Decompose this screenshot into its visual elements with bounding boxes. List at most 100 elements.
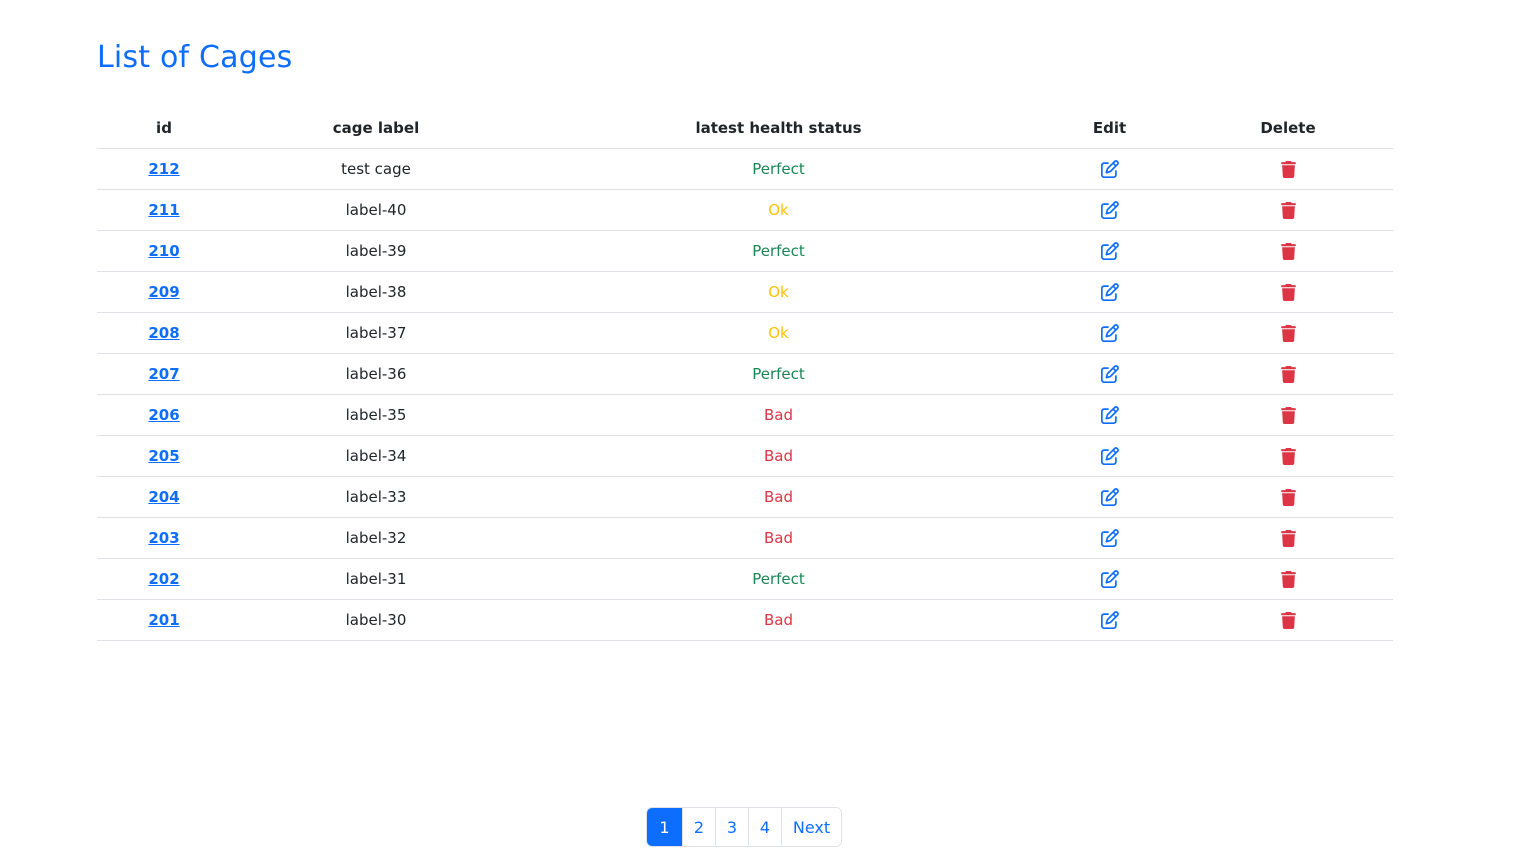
trash-icon[interactable]: [1278, 200, 1298, 220]
trash-icon[interactable]: [1278, 159, 1298, 179]
trash-icon[interactable]: [1278, 528, 1298, 548]
edit-icon[interactable]: [1100, 610, 1120, 630]
cell-edit: [1036, 189, 1183, 231]
cell-health-status: Perfect: [521, 353, 1036, 395]
cell-health-status: Perfect: [521, 148, 1036, 190]
table-row: 203 label-32 Bad: [97, 517, 1393, 559]
cell-cage-label: label-31: [231, 558, 521, 600]
cell-health-status: Bad: [521, 599, 1036, 641]
edit-icon[interactable]: [1100, 200, 1120, 220]
cell-cage-label: label-34: [231, 435, 521, 477]
trash-icon[interactable]: [1278, 610, 1298, 630]
cell-cage-label: label-30: [231, 599, 521, 641]
cell-id: 203: [97, 517, 231, 559]
edit-icon[interactable]: [1100, 159, 1120, 179]
edit-icon[interactable]: [1100, 323, 1120, 343]
cages-table: id cage label latest health status Edit …: [97, 107, 1393, 641]
cell-delete: [1183, 189, 1393, 231]
cell-cage-label: label-39: [231, 230, 521, 272]
cage-id-link[interactable]: 210: [148, 242, 179, 260]
edit-icon[interactable]: [1100, 241, 1120, 261]
cell-delete: [1183, 148, 1393, 190]
edit-icon[interactable]: [1100, 446, 1120, 466]
cell-health-status: Bad: [521, 435, 1036, 477]
header-delete: Delete: [1183, 107, 1393, 149]
cell-health-status: Ok: [521, 312, 1036, 354]
cell-cage-label: label-36: [231, 353, 521, 395]
trash-icon[interactable]: [1278, 241, 1298, 261]
trash-icon[interactable]: [1278, 446, 1298, 466]
page-link-3[interactable]: 3: [715, 808, 748, 846]
trash-icon[interactable]: [1278, 405, 1298, 425]
cell-cage-label: test cage: [231, 148, 521, 190]
cell-health-status: Perfect: [521, 558, 1036, 600]
cell-health-status: Bad: [521, 476, 1036, 518]
cell-delete: [1183, 599, 1393, 641]
cell-edit: [1036, 230, 1183, 272]
cage-id-link[interactable]: 207: [148, 365, 179, 383]
cell-edit: [1036, 476, 1183, 518]
cage-id-link[interactable]: 203: [148, 529, 179, 547]
cell-delete: [1183, 312, 1393, 354]
table-row: 202 label-31 Perfect: [97, 558, 1393, 600]
cage-id-link[interactable]: 212: [148, 160, 179, 178]
cell-delete: [1183, 517, 1393, 559]
next-page-button[interactable]: Next: [781, 808, 841, 846]
cell-id: 211: [97, 189, 231, 231]
cell-id: 202: [97, 558, 231, 600]
trash-icon[interactable]: [1278, 323, 1298, 343]
pagination: 1 2 3 4 Next: [646, 807, 842, 847]
edit-icon[interactable]: [1100, 405, 1120, 425]
cell-id: 212: [97, 148, 231, 190]
trash-icon[interactable]: [1278, 569, 1298, 589]
cell-delete: [1183, 558, 1393, 600]
cage-id-link[interactable]: 201: [148, 611, 179, 629]
cage-id-link[interactable]: 206: [148, 406, 179, 424]
cage-id-link[interactable]: 202: [148, 570, 179, 588]
cell-id: 205: [97, 435, 231, 477]
trash-icon[interactable]: [1278, 282, 1298, 302]
cell-health-status: Bad: [521, 517, 1036, 559]
cell-health-status: Bad: [521, 394, 1036, 436]
cell-cage-label: label-37: [231, 312, 521, 354]
cell-edit: [1036, 271, 1183, 313]
cell-edit: [1036, 394, 1183, 436]
table-row: 201 label-30 Bad: [97, 599, 1393, 641]
table-row: 211 label-40 Ok: [97, 189, 1393, 231]
cell-cage-label: label-33: [231, 476, 521, 518]
table-header-row: id cage label latest health status Edit …: [97, 107, 1393, 149]
cage-id-link[interactable]: 205: [148, 447, 179, 465]
page-title: List of Cages: [97, 40, 293, 75]
page-link-1[interactable]: 1: [647, 808, 682, 846]
cell-edit: [1036, 517, 1183, 559]
cage-id-link[interactable]: 204: [148, 488, 179, 506]
table-row: 204 label-33 Bad: [97, 476, 1393, 518]
cell-edit: [1036, 312, 1183, 354]
page: List of Cages id cage label latest healt…: [0, 0, 1528, 858]
table-row: 205 label-34 Bad: [97, 435, 1393, 477]
header-edit: Edit: [1036, 107, 1183, 149]
cell-edit: [1036, 558, 1183, 600]
cell-delete: [1183, 394, 1393, 436]
page-link-2[interactable]: 2: [682, 808, 715, 846]
cage-id-link[interactable]: 211: [148, 201, 179, 219]
cell-edit: [1036, 435, 1183, 477]
edit-icon[interactable]: [1100, 282, 1120, 302]
edit-icon[interactable]: [1100, 528, 1120, 548]
trash-icon[interactable]: [1278, 487, 1298, 507]
cell-cage-label: label-35: [231, 394, 521, 436]
table-row: 209 label-38 Ok: [97, 271, 1393, 313]
cell-cage-label: label-38: [231, 271, 521, 313]
cell-delete: [1183, 230, 1393, 272]
cage-id-link[interactable]: 208: [148, 324, 179, 342]
trash-icon[interactable]: [1278, 364, 1298, 384]
edit-icon[interactable]: [1100, 364, 1120, 384]
header-id: id: [97, 107, 231, 149]
cage-id-link[interactable]: 209: [148, 283, 179, 301]
page-link-4[interactable]: 4: [748, 808, 781, 846]
cell-delete: [1183, 271, 1393, 313]
cell-edit: [1036, 599, 1183, 641]
cell-cage-label: label-40: [231, 189, 521, 231]
edit-icon[interactable]: [1100, 487, 1120, 507]
edit-icon[interactable]: [1100, 569, 1120, 589]
